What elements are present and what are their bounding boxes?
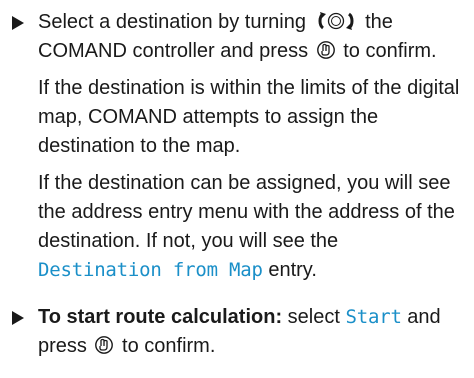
step-lead: To start route calculation: xyxy=(38,306,283,328)
step-arrow-icon xyxy=(11,303,33,332)
instruction-step-select-destination: Select a destination by turning the COMA… xyxy=(11,8,464,285)
step-text-part: select xyxy=(287,306,340,328)
step-note-assigned: If the destination can be assigned, you … xyxy=(38,169,464,285)
controller-turn-icon xyxy=(314,11,358,31)
step-text-part: If the destination can be assigned, you … xyxy=(38,172,455,252)
controller-press-icon xyxy=(94,335,114,355)
step-body: To start route calculation: select Start… xyxy=(33,303,464,361)
instruction-step-start-route: To start route calculation: select Start… xyxy=(11,303,464,361)
step-text: Select a destination by turning the COMA… xyxy=(38,8,464,66)
step-text-part: entry. xyxy=(268,259,317,281)
manual-page: Select a destination by turning the COMA… xyxy=(0,0,474,378)
step-text: To start route calculation: select Start… xyxy=(38,303,464,361)
display-text-destination-from-map: Destination from Map xyxy=(38,259,263,281)
step-body: Select a destination by turning the COMA… xyxy=(33,8,464,285)
display-text-start: Start xyxy=(345,306,402,328)
step-note-map-limits: If the destination is within the limits … xyxy=(38,77,460,157)
step-text-part: to confirm. xyxy=(343,40,437,62)
step-text-part: to confirm. xyxy=(122,335,216,357)
controller-press-icon xyxy=(316,40,336,60)
step-text-part: Select a destination by turning xyxy=(38,11,306,33)
step-arrow-icon xyxy=(11,8,33,37)
